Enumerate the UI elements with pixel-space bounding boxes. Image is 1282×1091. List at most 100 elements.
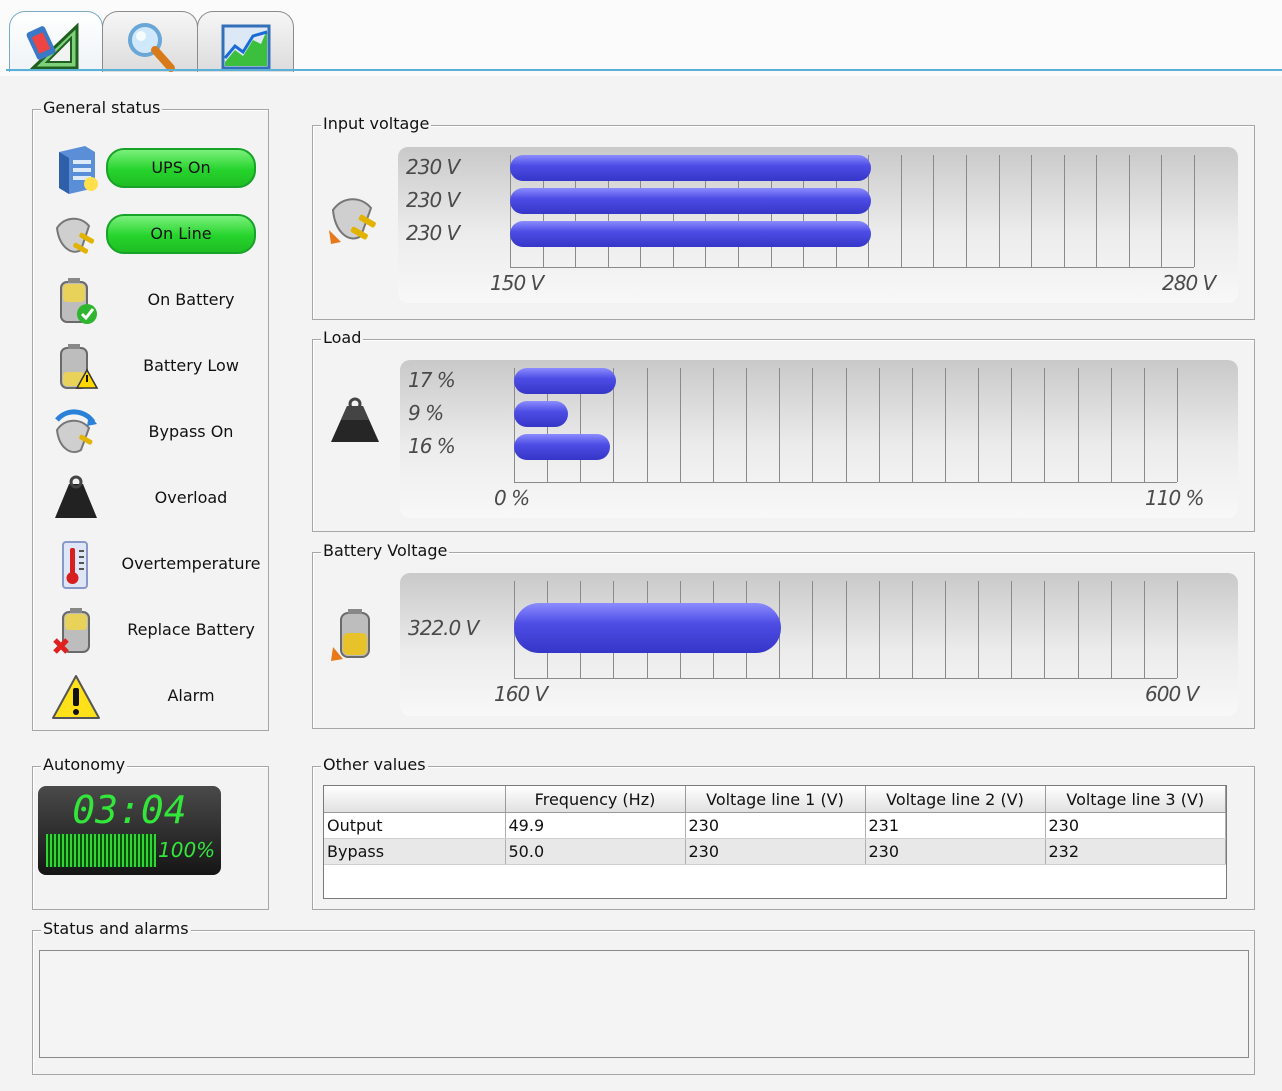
gauge-gridline — [1194, 155, 1195, 267]
table-cell: 230 — [865, 838, 1046, 865]
input-voltage-max-label: 280 V — [1162, 271, 1216, 295]
gauge-gridline — [878, 581, 880, 678]
gauge-bar — [510, 188, 871, 214]
table-header-row: Frequency (Hz) Voltage line 1 (V) Voltag… — [324, 786, 1226, 813]
status-row-bypass-on: Bypass On — [43, 404, 268, 464]
ruler-triangle-icon — [26, 22, 79, 70]
battery-voltage-icon — [331, 609, 370, 661]
table-row[interactable]: Bypass 50.0 230 230 232 — [324, 838, 1226, 865]
table-cell: 50.0 — [505, 838, 686, 865]
autonomy-charge-bar — [46, 834, 156, 867]
tab-underline — [6, 69, 1282, 71]
gauge-gridline — [1177, 581, 1178, 678]
battery-check-icon — [60, 278, 97, 324]
overtemperature-label: Overtemperature — [121, 554, 261, 573]
general-status-group: General status UPS On On Line On Battery — [32, 98, 269, 731]
gauge-gridline — [1077, 368, 1079, 482]
gauge-bar — [510, 221, 871, 247]
status-row-alarm: Alarm — [43, 668, 268, 728]
magnifier-icon — [128, 23, 175, 72]
gauge-gridline — [1063, 155, 1065, 267]
ups-on-indicator: UPS On — [106, 148, 256, 188]
column-header-frequency[interactable]: Frequency (Hz) — [505, 786, 686, 813]
battery-low-label: Battery Low — [143, 356, 239, 375]
gauge-gridline — [1096, 155, 1098, 267]
gauge-gridline — [812, 368, 814, 482]
gauge-value-label: 16 % — [408, 434, 456, 458]
other-values-table[interactable]: Frequency (Hz) Voltage line 1 (V) Voltag… — [323, 785, 1227, 899]
status-row-ups-on: UPS On — [43, 140, 268, 200]
gauge-gridline — [944, 581, 946, 678]
on-battery-label: On Battery — [147, 290, 235, 309]
column-header-voltage-line-2[interactable]: Voltage line 2 (V) — [865, 786, 1046, 813]
status-alarms-list[interactable] — [39, 950, 1249, 1058]
battery-warning-icon — [60, 344, 99, 389]
table-cell: 230 — [1045, 812, 1226, 839]
load-weight-icon — [331, 397, 379, 442]
gauge-gridline — [1143, 581, 1145, 678]
battery-replace-icon — [53, 608, 90, 654]
autonomy-time: 03:04 — [72, 788, 187, 832]
autonomy-title: Autonomy — [41, 755, 128, 774]
alarm-warning-icon — [52, 675, 100, 719]
input-voltage-min-label: 150 V — [490, 271, 544, 295]
power-plug-icon — [55, 217, 95, 254]
general-status-title: General status — [41, 98, 163, 117]
battery-voltage-max-label: 600 V — [1145, 682, 1199, 706]
gauge-baseline — [514, 482, 1177, 483]
table-cell: 230 — [685, 812, 866, 839]
load-min-label: 0 % — [494, 486, 530, 510]
gauge-value-label: 17 % — [408, 368, 456, 392]
chart-icon — [221, 24, 270, 70]
gauge-bar — [514, 368, 617, 394]
gauge-gridline — [1031, 155, 1033, 267]
bypass-on-label: Bypass On — [148, 422, 234, 441]
input-voltage-title: Input voltage — [321, 114, 432, 133]
status-row-on-line: On Line — [43, 206, 268, 266]
table-cell: 231 — [865, 812, 1046, 839]
gauge-gridline — [646, 368, 648, 482]
gauge-gridline — [878, 368, 880, 482]
table-cell: 49.9 — [505, 812, 686, 839]
bypass-plug-icon — [55, 409, 97, 453]
gauge-value-label: 9 % — [408, 401, 444, 425]
gauge-gridline — [911, 368, 913, 482]
gauge-gridline — [779, 368, 781, 482]
battery-voltage-group: Battery Voltage 322.0 V 160 V 600 V — [312, 541, 1255, 729]
gauge-gridline — [966, 155, 967, 267]
status-row-overload: Overload — [43, 470, 268, 530]
tab-chart[interactable] — [197, 11, 294, 72]
column-header-voltage-line-1[interactable]: Voltage line 1 (V) — [685, 786, 866, 813]
battery-voltage-title: Battery Voltage — [321, 541, 450, 560]
gauge-baseline — [510, 267, 1194, 268]
gauge-bar — [514, 401, 569, 427]
tab-search[interactable] — [102, 11, 198, 72]
gauge-value-label: 322.0 V — [408, 616, 479, 640]
replace-battery-label: Replace Battery — [127, 620, 255, 639]
column-header-voltage-line-3[interactable]: Voltage line 3 (V) — [1045, 786, 1226, 813]
gauge-gridline — [944, 368, 946, 482]
gauge-gridline — [746, 368, 748, 482]
status-row-on-battery: On Battery — [43, 272, 268, 332]
gauge-bar — [510, 155, 871, 181]
table-row[interactable]: Output 49.9 230 231 230 — [324, 812, 1226, 839]
gauge-gridline — [1011, 581, 1013, 678]
gauge-gridline — [900, 155, 902, 267]
ups-server-icon — [59, 146, 98, 194]
column-header[interactable] — [324, 786, 506, 813]
alarm-label: Alarm — [167, 686, 215, 705]
status-row-replace-battery: Replace Battery — [43, 602, 268, 662]
input-voltage-gauge: 230 V 230 V 230 V 150 V 280 V — [398, 147, 1238, 303]
other-values-title: Other values — [321, 755, 428, 774]
gauge-gridline — [1011, 368, 1013, 482]
gauge-bar — [514, 434, 611, 460]
gauge-gridline — [812, 581, 814, 678]
status-alarms-title: Status and alarms — [41, 919, 191, 938]
tab-status[interactable] — [9, 11, 103, 72]
row-label: Bypass — [324, 838, 506, 865]
battery-voltage-min-label: 160 V — [494, 682, 548, 706]
gauge-gridline — [978, 581, 980, 678]
gauge-gridline — [712, 368, 714, 482]
gauge-gridline — [1177, 368, 1178, 482]
load-group: Load 17 % 9 % 16 % 0 % 110 % — [312, 328, 1255, 532]
